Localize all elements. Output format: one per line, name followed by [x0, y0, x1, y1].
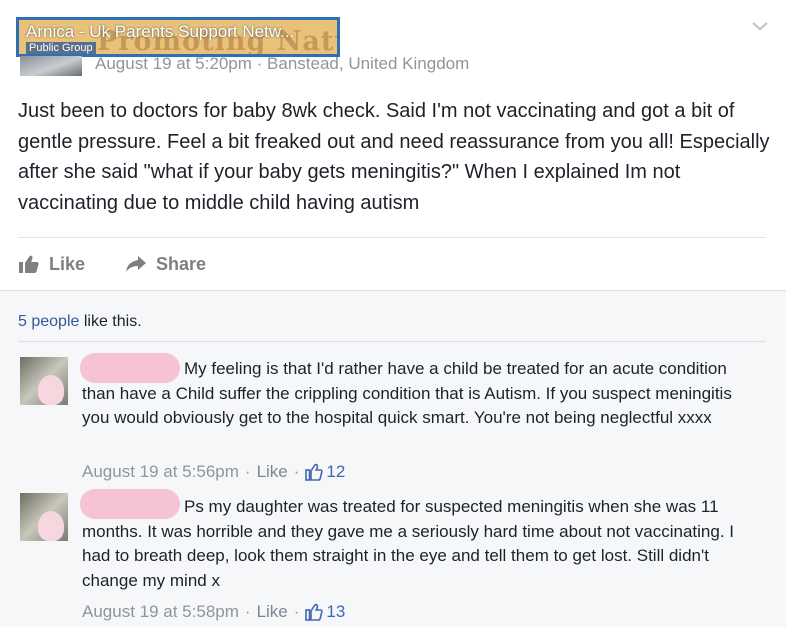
post-actions: Like Share — [18, 250, 246, 278]
comment-text: Ps my daughter was treated for suspected… — [82, 495, 762, 593]
thumbs-up-outline-icon — [305, 603, 324, 621]
comment-reaction-count[interactable]: 13 — [305, 602, 345, 622]
thumbs-up-outline-icon — [305, 463, 324, 481]
comment-like-link[interactable]: Like — [257, 462, 288, 482]
like-button[interactable]: Like — [18, 254, 85, 275]
reaction-count-value: 13 — [326, 602, 346, 621]
comment-body: My feeling is that I'd rather have a chi… — [82, 359, 732, 427]
post-body-text: Just been to doctors for baby 8wk check.… — [18, 100, 770, 214]
comment-timestamp[interactable]: August 19 at 5:56pm — [82, 462, 239, 482]
commenter-avatar[interactable] — [20, 493, 68, 541]
comment-reaction-count[interactable]: 12 — [305, 462, 345, 482]
comment-meta: August 19 at 5:56pm · Like · 12 — [82, 462, 345, 482]
comment-item: Ps my daughter was treated for suspected… — [0, 487, 786, 627]
share-button[interactable]: Share — [125, 254, 206, 275]
avatar-redaction — [38, 375, 64, 405]
thumbs-up-icon — [19, 255, 39, 273]
reaction-count-value: 12 — [326, 462, 346, 481]
group-type-label: Public Group — [26, 42, 96, 54]
post-divider — [18, 237, 766, 238]
comment-timestamp[interactable]: August 19 at 5:58pm — [82, 602, 239, 622]
share-label: Share — [156, 253, 207, 274]
avatar-redaction — [38, 511, 64, 541]
meta-separator: · — [293, 462, 300, 481]
post-location[interactable]: Banstead, United Kingdom — [267, 54, 469, 73]
post-timestamp[interactable]: August 19 at 5:20pm — [95, 54, 252, 73]
likes-count-link[interactable]: 5 people — [18, 313, 79, 330]
chevron-down-icon[interactable] — [751, 17, 769, 35]
likes-suffix: like this. — [79, 313, 142, 330]
share-arrow-icon — [126, 256, 147, 272]
comment-text: My feeling is that I'd rather have a chi… — [82, 357, 762, 431]
post-meta: August 19 at 5:20pm · Banstead, United K… — [95, 54, 469, 74]
commenter-avatar[interactable] — [20, 357, 68, 405]
comments-section: 5 people like this. My feeling is that I… — [0, 290, 786, 627]
group-header-banner[interactable]: Promoting Natu Arnica - Uk Parents Suppo… — [16, 17, 340, 57]
meta-separator: · — [244, 602, 251, 621]
comment-body: Ps my daughter was treated for suspected… — [82, 497, 735, 590]
comment-like-link[interactable]: Like — [257, 602, 288, 622]
likes-summary: 5 people like this. — [18, 313, 142, 331]
comment-meta: August 19 at 5:58pm · Like · 13 — [82, 602, 345, 622]
comment-divider — [18, 341, 766, 342]
post-card: Promoting Natu Arnica - Uk Parents Suppo… — [0, 0, 786, 290]
comment-item: My feeling is that I'd rather have a chi… — [0, 349, 786, 489]
group-name-link[interactable]: Arnica - Uk Parents Support Netw... — [26, 22, 294, 42]
like-label: Like — [49, 253, 86, 274]
poster-avatar[interactable] — [20, 56, 82, 76]
meta-separator: · — [293, 602, 300, 621]
meta-separator: · — [256, 54, 263, 73]
meta-separator: · — [244, 462, 251, 481]
